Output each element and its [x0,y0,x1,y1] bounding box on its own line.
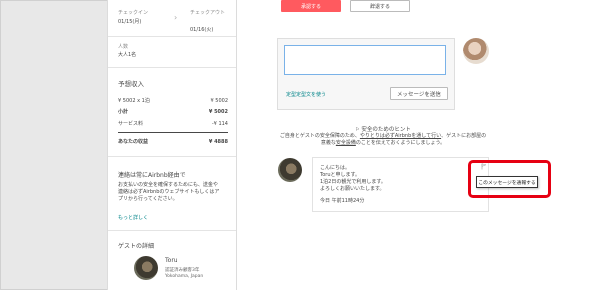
safety-body-part: 意義な [320,140,336,146]
checkout-date: 01/16(火) [190,27,214,33]
host-avatar[interactable] [463,38,489,64]
more-info-link[interactable]: もっと詳しく [118,215,228,222]
divider [108,36,236,37]
safety-body-part: 、ゲストにお部屋の [441,133,487,139]
highlight-box [468,160,551,198]
safety-tip-body: ご自身とゲストの安全保障のため、やりとりは必ずAirbnbを通して行い、ゲストに… [277,133,489,147]
message-line: よろしくお願いいたします。 [320,186,385,192]
earnings-value: ¥ 4888 [208,139,228,145]
income-title: 予想収入 [118,80,144,88]
guest-details-title: ゲストの詳細 [118,243,155,250]
guests-value: 大人1名 [118,52,137,58]
message-line: 1泊2日の観光で利用します。 [320,179,386,185]
send-message-button[interactable]: メッセージを送信 [390,87,448,100]
divider [108,156,236,157]
message-body: こんにちは。 Toruと申します。 1泊2日の観光で利用します。 よろしくお願い… [320,165,386,193]
safety-tip-title: ⚐ 安全のためのヒント [277,125,489,133]
divider [108,230,236,231]
checkin-date: 01/15(月) [118,19,142,25]
divider [108,67,236,68]
contact-body: お支払いの安全を確保するためにも、送金や連絡は必ずAirbnbのウェブサイトもし… [118,182,220,202]
checkout-label: チェックアウト [190,10,226,16]
message-line: こんにちは。 [320,165,351,171]
total-rule [118,132,228,133]
nightly-value: ¥ 5002 [210,98,229,104]
service-value: -¥ 114 [211,121,228,127]
chevron-right-icon: › [174,13,178,22]
guest-message-avatar[interactable] [278,158,302,182]
template-link[interactable]: 定型定型文を使う [286,91,326,98]
subtotal-value: ¥ 5002 [208,109,228,115]
decline-button[interactable]: 辞退する [350,0,410,12]
guest-location: Yokohama, Japan [165,274,204,279]
guests-label: 人数 [118,44,129,50]
contact-title: 連絡は常にAirbnb経由で [118,172,186,179]
safety-body-part: のことを伝えておくようにしましょう。 [355,140,446,146]
guest-name[interactable]: Toru [165,257,178,264]
guest-avatar[interactable] [134,256,158,280]
safety-equipment-link[interactable]: 安全設備 [336,140,356,146]
message-timestamp: 今日 午前11時24分 [320,198,365,204]
message-textarea[interactable] [284,45,446,75]
guest-verified: 認証済み顧客3年 [165,268,200,273]
message-line: Toruと申します。 [320,172,360,178]
accept-button[interactable]: 承認する [281,0,341,12]
safety-body-part: ご自身とゲストの安全保障のため、 [279,133,360,139]
reservation-sidebar: チェックイン 01/15(月) › チェックアウト 01/16(火) 人数 大人… [107,0,237,290]
safety-guideline-link[interactable]: やりとりは必ずAirbnbを通して行い [360,133,441,139]
